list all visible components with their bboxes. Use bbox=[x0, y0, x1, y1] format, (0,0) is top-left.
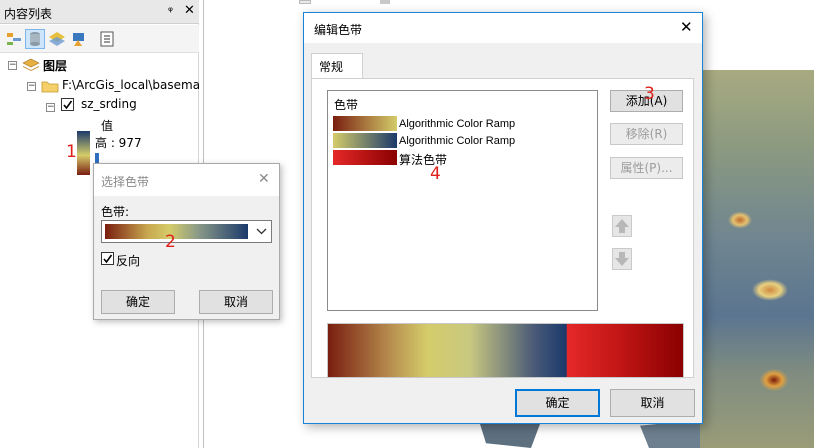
ok-button[interactable]: 确定 bbox=[515, 389, 600, 417]
move-up-icon[interactable] bbox=[612, 215, 632, 237]
close-icon[interactable]: ✕ bbox=[184, 3, 195, 18]
edit-colorramp-dialog: 编辑色带 ✕ 常规 色带 Algorithmic Color Ramp Algo… bbox=[303, 12, 703, 424]
folder-icon bbox=[41, 78, 59, 97]
select-dialog-title: 选择色带 bbox=[101, 175, 150, 189]
ramp-swatch-3[interactable] bbox=[333, 150, 397, 165]
layers-label: 图层 bbox=[43, 59, 68, 73]
layers-icon bbox=[22, 57, 40, 76]
tab-general[interactable]: 常规 bbox=[311, 53, 363, 79]
toc-toolbar bbox=[0, 25, 199, 53]
folder-path: F:\ArcGis_local\basema bbox=[62, 78, 201, 92]
select-colorramp-dialog: 选择色带 ✕ 色带: 反向 确定 取消 bbox=[93, 163, 280, 320]
select-dialog-titlebar[interactable]: 选择色带 ✕ bbox=[94, 164, 279, 196]
annotation-marker-3: 3 bbox=[644, 84, 655, 104]
remove-button[interactable]: 移除(R) bbox=[610, 123, 683, 145]
reverse-label: 反向 bbox=[116, 254, 141, 268]
pin-icon[interactable]: ᵠ bbox=[168, 4, 173, 18]
colorramp-list[interactable]: 色带 Algorithmic Color Ramp Algorithmic Co… bbox=[327, 90, 598, 311]
colorramp-preview bbox=[327, 323, 684, 378]
edit-dialog-title: 编辑色带 bbox=[314, 23, 363, 37]
cancel-button[interactable]: 取消 bbox=[610, 389, 695, 417]
layer-name[interactable]: sz_srding bbox=[81, 97, 137, 111]
close-icon[interactable]: ✕ bbox=[258, 171, 270, 187]
selection-handle bbox=[95, 153, 99, 163]
ramp-name-1[interactable]: Algorithmic Color Ramp bbox=[399, 118, 515, 130]
options-icon[interactable] bbox=[97, 29, 117, 49]
ramp-swatch-2[interactable] bbox=[333, 133, 397, 148]
map-tab-edge-2 bbox=[380, 0, 390, 4]
layer-visibility-checkbox[interactable] bbox=[61, 98, 74, 111]
edit-dialog-titlebar[interactable]: 编辑色带 ✕ bbox=[304, 13, 702, 43]
colorband-label: 色带: bbox=[101, 205, 130, 219]
legend-color-swatch[interactable] bbox=[77, 131, 90, 175]
legend-value-header: 值 bbox=[101, 119, 114, 133]
list-by-source-icon[interactable] bbox=[25, 29, 45, 49]
move-down-icon[interactable] bbox=[612, 248, 632, 270]
collapse-layers-icon[interactable]: − bbox=[8, 61, 17, 70]
tab-general-label: 常规 bbox=[319, 60, 344, 74]
close-icon[interactable]: ✕ bbox=[680, 18, 693, 36]
ramp-swatch-1[interactable] bbox=[333, 116, 397, 131]
reverse-checkbox[interactable] bbox=[101, 252, 114, 265]
map-tab-edge bbox=[299, 0, 311, 4]
colorramp-list-header: 色带 bbox=[334, 98, 359, 112]
collapse-layer-icon[interactable]: − bbox=[46, 103, 55, 112]
ramp-name-2[interactable]: Algorithmic Color Ramp bbox=[399, 135, 515, 147]
chevron-down-icon[interactable] bbox=[256, 224, 267, 241]
list-by-selection-icon[interactable] bbox=[69, 29, 89, 49]
annotation-marker-4: 4 bbox=[430, 164, 441, 184]
properties-button[interactable]: 属性(P)... bbox=[610, 157, 683, 179]
legend-high-label: 高 : 977 bbox=[95, 136, 142, 150]
toc-titlebar: 内容列表 ᵠ ✕ bbox=[0, 0, 199, 24]
toc-title: 内容列表 bbox=[4, 7, 53, 21]
colorband-preview bbox=[105, 224, 248, 239]
list-by-drawing-order-icon[interactable] bbox=[4, 29, 24, 49]
annotation-marker-2: 2 bbox=[165, 232, 176, 252]
list-by-visibility-icon[interactable] bbox=[47, 29, 67, 49]
colorband-select[interactable] bbox=[101, 220, 272, 243]
annotation-marker-1: 1 bbox=[66, 142, 77, 162]
collapse-folder-icon[interactable]: − bbox=[27, 82, 36, 91]
ok-button[interactable]: 确定 bbox=[101, 290, 175, 314]
cancel-button[interactable]: 取消 bbox=[199, 290, 273, 314]
